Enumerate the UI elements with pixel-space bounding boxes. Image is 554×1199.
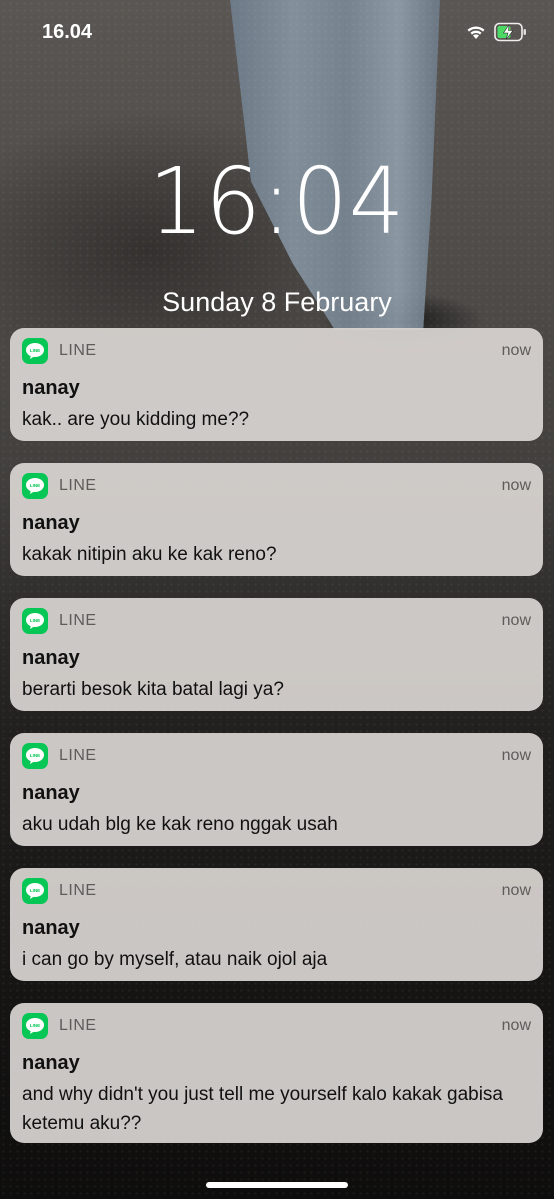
notification-message: kak.. are you kidding me?? (22, 409, 250, 430)
notification-sender: nanay (22, 647, 80, 669)
notification-header: LINE LINE now (22, 338, 531, 364)
notification-header: LINE LINE now (22, 608, 531, 634)
line-app-icon: LINE (22, 1013, 48, 1039)
notification-card[interactable]: LINE LINE now nanay kakak nitipin aku ke… (10, 463, 543, 576)
lock-screen-date: Sunday 8 February (162, 287, 392, 317)
notification-header: LINE LINE now (22, 1013, 531, 1039)
lock-screen-clock: 16:04 (148, 148, 406, 255)
notification-message: berarti besok kita batal lagi ya? (22, 679, 284, 700)
notification-sender: nanay (22, 512, 80, 534)
notification-time: now (501, 342, 531, 359)
notification-header: LINE LINE now (22, 743, 531, 769)
notification-sender: nanay (22, 1052, 80, 1074)
notification-message: aku udah blg ke kak reno nggak usah (22, 814, 338, 835)
notification-card[interactable]: LINE LINE now nanay berarti besok kita b… (10, 598, 543, 711)
notification-header: LINE LINE now (22, 473, 531, 499)
notification-time: now (501, 477, 531, 494)
notification-app-name: LINE (59, 882, 97, 899)
notification-message: i can go by myself, atau naik ojol aja (22, 949, 328, 970)
notification-message: kakak nitipin aku ke kak reno? (22, 544, 277, 565)
home-indicator[interactable] (206, 1182, 348, 1188)
notification-app-name: LINE (59, 342, 97, 359)
notification-card[interactable]: LINE LINE now nanay kak.. are you kiddin… (10, 328, 543, 441)
wifi-icon (466, 24, 486, 45)
svg-text:LINE: LINE (30, 1023, 40, 1028)
notification-sender: nanay (22, 377, 80, 399)
status-bar-time: 16.04 (42, 21, 93, 43)
notification-app-name: LINE (59, 1017, 97, 1034)
status-bar-icons (466, 22, 528, 47)
notification-message: and why didn't you just tell me yourself… (22, 1084, 503, 1134)
notification-sender: nanay (22, 917, 80, 939)
svg-text:LINE: LINE (30, 753, 40, 758)
notification-time: now (501, 612, 531, 629)
notification-card[interactable]: LINE LINE now nanay and why didn't you j… (10, 1003, 543, 1143)
notification-app-name: LINE (59, 477, 97, 494)
notification-card[interactable]: LINE LINE now nanay i can go by myself, … (10, 868, 543, 981)
battery-charging-icon (494, 22, 528, 47)
line-app-icon: LINE (22, 473, 48, 499)
svg-text:LINE: LINE (30, 618, 40, 623)
notification-header: LINE LINE now (22, 878, 531, 904)
notification-time: now (501, 747, 531, 764)
line-app-icon: LINE (22, 338, 48, 364)
line-app-icon: LINE (22, 743, 48, 769)
line-app-icon: LINE (22, 608, 48, 634)
line-app-icon: LINE (22, 878, 48, 904)
notification-time: now (501, 1017, 531, 1034)
notification-time: now (501, 882, 531, 899)
notification-card[interactable]: LINE LINE now nanay aku udah blg ke kak … (10, 733, 543, 846)
notification-app-name: LINE (59, 612, 97, 629)
svg-text:LINE: LINE (30, 483, 40, 488)
notification-sender: nanay (22, 782, 80, 804)
svg-text:LINE: LINE (30, 348, 40, 353)
svg-text:LINE: LINE (30, 888, 40, 893)
notification-app-name: LINE (59, 747, 97, 764)
